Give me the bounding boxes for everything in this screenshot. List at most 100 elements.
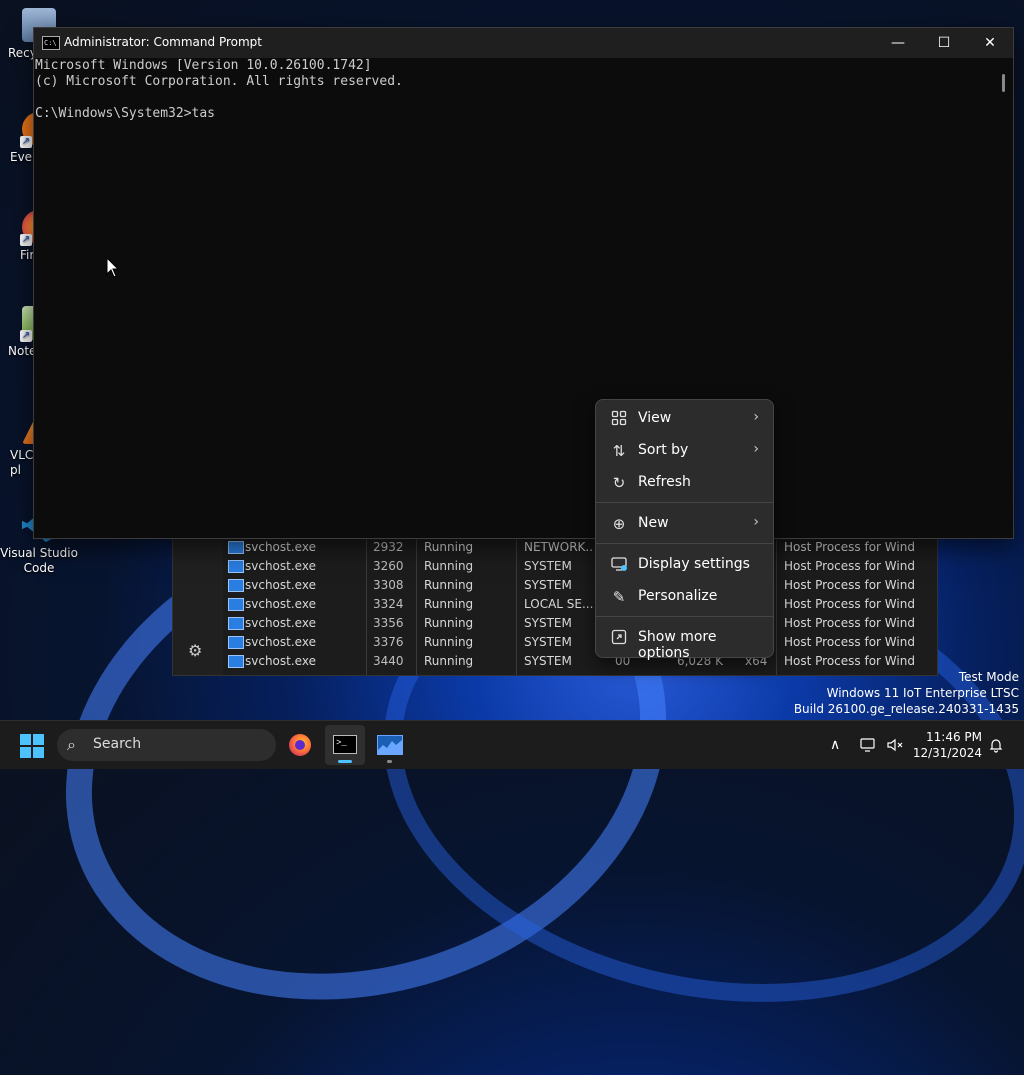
clock-date: 12/31/2024 <box>912 746 982 760</box>
process-pid: 3440 <box>373 654 404 668</box>
console-output[interactable]: Microsoft Windows [Version 10.0.26100.17… <box>34 58 995 536</box>
menu-item-sort-by[interactable]: ⇅ Sort by › <box>600 436 769 466</box>
table-row[interactable]: svchost.exe 3376 Running SYSTEM Host Pro… <box>223 632 937 651</box>
gear-icon[interactable]: ⚙ <box>188 641 202 660</box>
process-name: svchost.exe <box>245 597 316 611</box>
network-icon[interactable] <box>860 721 878 769</box>
taskbar-app-firefox[interactable] <box>280 725 320 765</box>
chevron-right-icon: › <box>753 441 759 457</box>
menu-item-refresh[interactable]: ↻ Refresh <box>600 468 769 498</box>
process-user: SYSTEM <box>524 578 572 592</box>
menu-separator <box>596 502 773 503</box>
close-button[interactable]: ✕ <box>967 28 1013 58</box>
process-status: Running <box>424 597 474 611</box>
process-icon <box>228 655 244 668</box>
scrollbar-thumb[interactable] <box>1002 74 1005 92</box>
show-hidden-icons-chevron-up-icon[interactable]: ∧ <box>830 721 840 769</box>
notification-bell-icon[interactable] <box>988 721 1004 769</box>
process-pid: 3376 <box>373 635 404 649</box>
process-user: NETWORK... <box>524 540 594 554</box>
system-clock[interactable]: 11:46 PM 12/31/2024 <box>890 729 982 761</box>
table-row[interactable]: svchost.exe 3260 Running SYSTEM Host Pro… <box>223 556 937 575</box>
start-button[interactable] <box>20 734 44 758</box>
sort-icon: ⇅ <box>612 442 626 460</box>
menu-item-personalize[interactable]: ✎ Personalize <box>600 582 769 612</box>
process-description: Host Process for Wind... <box>784 654 914 668</box>
table-row[interactable]: svchost.exe 2932 Running NETWORK... Host… <box>223 537 937 556</box>
console-prompt-line[interactable]: C:\Windows\System32>tas <box>35 106 995 122</box>
running-indicator <box>387 760 392 763</box>
table-row[interactable]: svchost.exe 3356 Running SYSTEM Host Pro… <box>223 613 937 632</box>
menu-item-label: Refresh <box>638 474 691 490</box>
taskbar-app-task-manager[interactable] <box>369 725 409 765</box>
active-indicator <box>338 760 352 763</box>
process-status: Running <box>424 616 474 630</box>
menu-separator <box>596 616 773 617</box>
process-description: Host Process for Wind... <box>784 559 914 573</box>
refresh-icon: ↻ <box>612 474 626 492</box>
process-user: SYSTEM <box>524 616 572 630</box>
plus-circle-icon: ⊕ <box>612 515 626 533</box>
menu-item-label: Sort by <box>638 442 689 458</box>
process-name: svchost.exe <box>245 578 316 592</box>
chevron-right-icon: › <box>753 409 759 425</box>
maximize-button[interactable]: ☐ <box>921 28 967 58</box>
process-user: SYSTEM <box>524 559 572 573</box>
process-status: Running <box>424 635 474 649</box>
search-icon: ⌕ <box>67 735 76 754</box>
process-description: Host Process for Wind... <box>784 578 914 592</box>
watermark-line: Build 26100.ge_release.240331-1435 <box>793 702 1019 716</box>
search-placeholder: Search <box>93 736 142 752</box>
taskbar: ⌕ Search >_ ∧ 11:46 PM 12/31/2024 <box>0 720 1024 769</box>
process-pid: 3260 <box>373 559 404 573</box>
task-manager-sidebar: ⚙ <box>173 537 223 675</box>
desktop-context-menu: View › ⇅ Sort by › ↻ Refresh ⊕ New › Dis… <box>595 399 774 661</box>
display-icon <box>610 556 628 574</box>
table-row[interactable]: svchost.exe 3308 Running SYSTEM Host Pro… <box>223 575 937 594</box>
title-bar[interactable]: C:\ Administrator: Command Prompt — ☐ ✕ <box>34 28 1013 58</box>
process-status: Running <box>424 540 474 554</box>
process-name: svchost.exe <box>245 616 316 630</box>
command-prompt-icon: C:\ <box>42 36 60 50</box>
menu-item-label: Display settings <box>638 556 750 572</box>
process-name: svchost.exe <box>245 635 316 649</box>
task-manager-icon <box>377 735 403 755</box>
shortcut-arrow-icon: ↗ <box>20 136 32 148</box>
process-user: SYSTEM <box>524 654 572 668</box>
table-row[interactable]: svchost.exe 3440 Running SYSTEM 00 6,028… <box>223 651 937 670</box>
process-name: svchost.exe <box>245 540 316 554</box>
menu-item-label: New <box>638 515 669 531</box>
process-user: SYSTEM <box>524 635 572 649</box>
process-status: Running <box>424 654 474 668</box>
menu-item-show-more-options[interactable]: Show more options <box>600 623 769 661</box>
process-description: Host Process for Wind... <box>784 635 914 649</box>
watermark-line: Test Mode <box>958 670 1019 684</box>
menu-item-display-settings[interactable]: Display settings <box>600 550 769 580</box>
process-icon <box>228 579 244 592</box>
process-description: Host Process for Wind... <box>784 597 914 611</box>
taskbar-app-command-prompt[interactable]: >_ <box>325 725 365 765</box>
process-icon <box>228 560 244 573</box>
process-name: svchost.exe <box>245 559 316 573</box>
menu-item-view[interactable]: View › <box>600 404 769 434</box>
test-mode-watermark: Test Mode Windows 11 IoT Enterprise LTSC… <box>794 669 1019 717</box>
process-description: Host Process for Wind... <box>784 616 914 630</box>
shortcut-arrow-icon: ↗ <box>20 234 32 246</box>
process-table: svchost.exe 2932 Running NETWORK... Host… <box>223 537 937 670</box>
menu-item-new[interactable]: ⊕ New › <box>600 509 769 539</box>
process-icon <box>228 541 244 554</box>
desktop-icon-label: Visual Studio Code <box>0 546 78 575</box>
watermark-line: Windows 11 IoT Enterprise LTSC <box>826 686 1019 700</box>
menu-separator <box>596 543 773 544</box>
command-prompt-window[interactable]: C:\ Administrator: Command Prompt — ☐ ✕ … <box>33 27 1014 539</box>
minimize-button[interactable]: — <box>875 28 921 58</box>
pen-icon: ✎ <box>612 588 626 606</box>
taskbar-search-box[interactable]: ⌕ Search <box>57 729 276 761</box>
more-options-icon <box>610 629 628 647</box>
process-pid: 2932 <box>373 540 404 554</box>
process-pid: 3324 <box>373 597 404 611</box>
window-title: Administrator: Command Prompt <box>64 35 262 49</box>
table-row[interactable]: svchost.exe 3324 Running LOCAL SE... Hos… <box>223 594 937 613</box>
process-icon <box>228 617 244 630</box>
